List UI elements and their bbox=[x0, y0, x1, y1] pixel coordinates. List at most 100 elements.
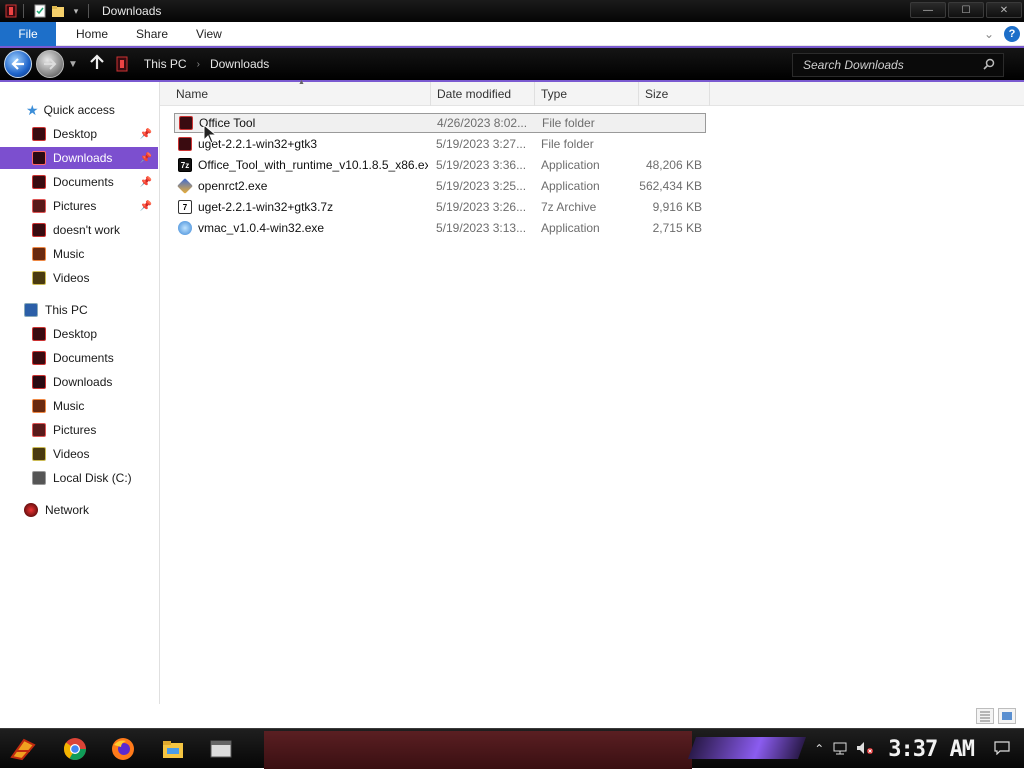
nav-item-documents[interactable]: Documents 📌 bbox=[0, 171, 158, 193]
recent-locations-icon[interactable]: ▼ bbox=[68, 59, 78, 70]
breadcrumb-this-pc[interactable]: This PC bbox=[144, 57, 187, 71]
table-row[interactable]: vmac_v1.0.4-win32.exe 5/19/2023 3:13... … bbox=[174, 218, 706, 238]
nav-item-desktop[interactable]: Desktop 📌 bbox=[0, 123, 158, 145]
search-input[interactable] bbox=[803, 58, 963, 72]
desktop-icon bbox=[32, 127, 46, 141]
search-box[interactable] bbox=[792, 53, 1004, 77]
file-type: 7z Archive bbox=[541, 200, 597, 214]
back-button[interactable] bbox=[4, 50, 32, 78]
network-status-icon[interactable] bbox=[832, 741, 848, 758]
nav-pc-videos[interactable]: Videos bbox=[0, 443, 158, 465]
tab-file[interactable]: File bbox=[0, 21, 56, 46]
this-pc-icon bbox=[116, 56, 130, 72]
nav-item-doesnt-work[interactable]: doesn't work bbox=[0, 219, 158, 241]
folder-icon bbox=[179, 116, 193, 130]
table-row[interactable]: Office Tool 4/26/2023 8:02... File folde… bbox=[174, 113, 706, 133]
large-icons-view-button[interactable] bbox=[998, 708, 1016, 724]
table-row[interactable]: uget-2.2.1-win32+gtk3 5/19/2023 3:27... … bbox=[174, 134, 706, 154]
taskbar: ⌃ 3:37 AM bbox=[0, 728, 1024, 769]
breadcrumb-separator[interactable]: › bbox=[197, 59, 200, 70]
search-icon[interactable] bbox=[983, 58, 995, 73]
nav-item-pictures[interactable]: Pictures 📌 bbox=[0, 195, 158, 217]
file-date: 5/19/2023 3:36... bbox=[436, 158, 527, 172]
notification-icon[interactable] bbox=[994, 740, 1010, 758]
folder-icon bbox=[32, 223, 46, 237]
table-row[interactable]: 7z Office_Tool_with_runtime_v10.1.8.5_x8… bbox=[174, 155, 706, 175]
taskbar-app[interactable] bbox=[206, 734, 236, 764]
nav-item-downloads[interactable]: Downloads 📌 bbox=[0, 147, 158, 169]
help-icon[interactable]: ? bbox=[1004, 26, 1020, 42]
videos-icon bbox=[32, 447, 46, 461]
file-date: 5/19/2023 3:27... bbox=[436, 137, 527, 151]
nav-network[interactable]: Network bbox=[0, 499, 158, 521]
nav-label: Network bbox=[45, 503, 90, 517]
column-header-name[interactable]: Name bbox=[170, 82, 431, 106]
nav-label: Videos bbox=[53, 271, 90, 285]
taskbar-accent-stripe bbox=[687, 737, 807, 759]
start-button[interactable] bbox=[8, 734, 38, 764]
file-name: Office_Tool_with_runtime_v10.1.8.5_x86.e… bbox=[198, 158, 428, 172]
column-header-type[interactable]: Type bbox=[535, 82, 639, 106]
close-button[interactable]: ✕ bbox=[986, 2, 1022, 18]
videos-icon bbox=[32, 271, 46, 285]
column-header-row: ▲ Name Date modified Type Size bbox=[160, 79, 1024, 106]
column-header-size[interactable]: Size bbox=[639, 82, 710, 106]
table-row[interactable]: 7 uget-2.2.1-win32+gtk3.7z 5/19/2023 3:2… bbox=[174, 197, 706, 217]
pictures-icon bbox=[32, 199, 46, 213]
7zip-icon: 7z bbox=[178, 158, 192, 172]
show-hidden-icons-icon[interactable]: ⌃ bbox=[814, 742, 824, 756]
expand-ribbon-icon[interactable]: ⌄ bbox=[984, 27, 994, 41]
tab-share[interactable]: Share bbox=[122, 27, 182, 41]
file-explorer-icon bbox=[163, 741, 183, 758]
nav-pc-downloads[interactable]: Downloads bbox=[0, 371, 158, 393]
customize-quick-access-icon[interactable]: ▾ bbox=[69, 4, 83, 18]
nav-pc-desktop[interactable]: Desktop bbox=[0, 323, 158, 345]
minimize-button[interactable]: — bbox=[910, 2, 946, 18]
downloads-icon bbox=[32, 151, 46, 165]
volume-muted-icon[interactable] bbox=[856, 741, 874, 758]
nav-label: Local Disk (C:) bbox=[53, 471, 132, 485]
nav-pc-music[interactable]: Music bbox=[0, 395, 158, 417]
pictures-icon bbox=[32, 423, 46, 437]
taskbar-file-explorer[interactable] bbox=[158, 734, 188, 764]
nav-quick-access[interactable]: ★ Quick access bbox=[0, 99, 158, 121]
nav-pc-local-disk[interactable]: Local Disk (C:) bbox=[0, 467, 158, 489]
breadcrumb-downloads[interactable]: Downloads bbox=[210, 57, 269, 71]
nav-label: Pictures bbox=[53, 199, 97, 213]
up-button[interactable] bbox=[90, 53, 104, 75]
properties-icon[interactable] bbox=[33, 4, 47, 18]
app-icon[interactable] bbox=[4, 4, 18, 18]
tab-view[interactable]: View bbox=[182, 27, 236, 41]
nav-label: Downloads bbox=[53, 375, 113, 389]
table-row[interactable]: openrct2.exe 5/19/2023 3:25... Applicati… bbox=[174, 176, 706, 196]
nav-this-pc[interactable]: This PC bbox=[0, 299, 158, 321]
clock[interactable]: 3:37 AM bbox=[888, 737, 975, 762]
pin-icon[interactable]: 📌 bbox=[140, 177, 152, 188]
nav-item-music[interactable]: Music bbox=[0, 243, 158, 265]
system-tray: ⌃ 3:37 AM bbox=[814, 729, 1024, 769]
window-title: Downloads bbox=[102, 4, 162, 18]
file-name: Office Tool bbox=[199, 116, 256, 130]
nav-item-videos[interactable]: Videos bbox=[0, 267, 158, 289]
taskbar-chrome[interactable] bbox=[60, 734, 90, 764]
tab-home[interactable]: Home bbox=[62, 27, 122, 41]
nav-label: Videos bbox=[53, 447, 90, 461]
pin-icon[interactable]: 📌 bbox=[140, 201, 152, 212]
details-view-button[interactable] bbox=[976, 708, 994, 724]
file-type: Application bbox=[541, 158, 600, 172]
nav-pc-pictures[interactable]: Pictures bbox=[0, 419, 158, 441]
taskbar-firefox[interactable] bbox=[108, 734, 138, 764]
up-arrow-icon bbox=[90, 53, 104, 69]
file-name: vmac_v1.0.4-win32.exe bbox=[198, 221, 325, 235]
new-folder-icon[interactable] bbox=[51, 4, 65, 18]
pin-icon[interactable]: 📌 bbox=[140, 129, 152, 140]
column-header-date-modified[interactable]: Date modified bbox=[431, 82, 535, 106]
nav-pc-documents[interactable]: Documents bbox=[0, 347, 158, 369]
file-date: 5/19/2023 3:25... bbox=[436, 179, 527, 193]
pin-icon[interactable]: 📌 bbox=[140, 153, 152, 164]
nav-label: Music bbox=[53, 399, 85, 413]
forward-button[interactable] bbox=[36, 50, 64, 78]
documents-icon bbox=[32, 351, 46, 365]
file-date: 5/19/2023 3:13... bbox=[436, 221, 527, 235]
maximize-button[interactable]: ☐ bbox=[948, 2, 984, 18]
